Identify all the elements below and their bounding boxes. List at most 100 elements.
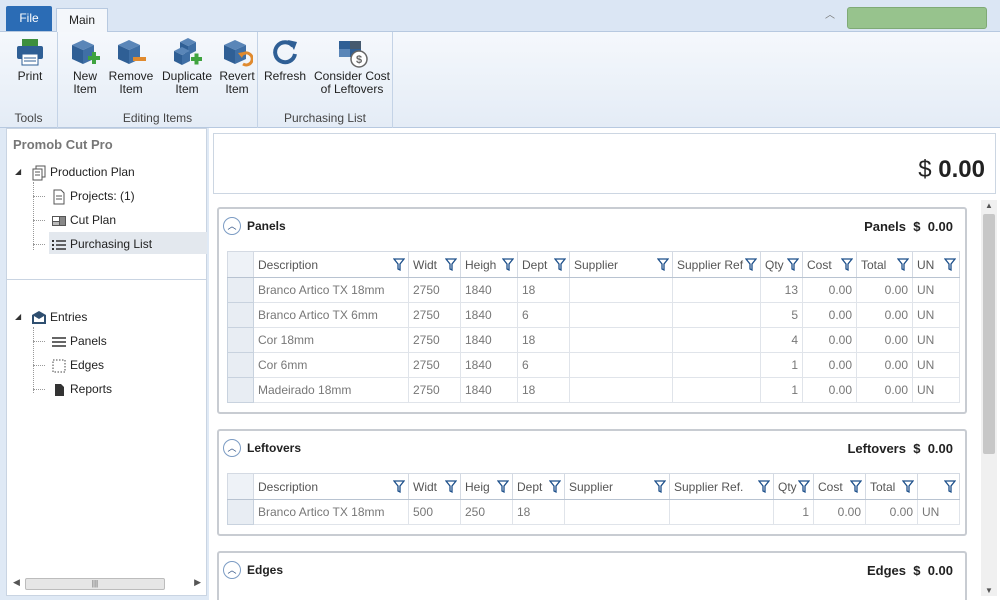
table-cell[interactable] — [569, 352, 673, 378]
column-header[interactable]: Widt — [408, 473, 461, 500]
column-header[interactable] — [917, 473, 960, 500]
column-header[interactable]: Dept — [512, 473, 565, 500]
filter-icon[interactable] — [841, 258, 853, 272]
column-header[interactable]: Total — [865, 473, 918, 500]
table-cell[interactable]: 4 — [760, 327, 803, 353]
filter-icon[interactable] — [787, 258, 799, 272]
column-header[interactable]: UN — [912, 251, 960, 278]
table-row[interactable]: Cor 6mm 2750 1840 6 1 0.00 0.00 UN — [227, 352, 960, 378]
table-cell[interactable]: Branco Artico TX 18mm — [253, 499, 409, 525]
filter-icon[interactable] — [393, 480, 405, 494]
horizontal-scrollbar[interactable]: ◀ ||| ▶ — [11, 577, 203, 591]
table-cell[interactable]: 2750 — [408, 277, 461, 303]
filter-icon[interactable] — [654, 480, 666, 494]
table-cell[interactable]: 0.00 — [856, 327, 913, 353]
table-cell[interactable]: 0.00 — [802, 327, 857, 353]
table-cell[interactable]: 0.00 — [813, 499, 866, 525]
row-selector[interactable] — [227, 277, 254, 303]
tree-item-projects[interactable]: Projects: (1) — [51, 186, 135, 206]
table-cell[interactable] — [569, 302, 673, 328]
scroll-right-icon[interactable]: ▶ — [194, 577, 201, 588]
table-cell[interactable]: 1840 — [460, 352, 518, 378]
table-cell[interactable]: 500 — [408, 499, 461, 525]
filter-icon[interactable] — [850, 480, 862, 494]
tree-item-panels[interactable]: Panels — [51, 331, 107, 351]
table-cell[interactable]: 2750 — [408, 327, 461, 353]
table-cell[interactable]: UN — [912, 352, 960, 378]
filter-icon[interactable] — [758, 480, 770, 494]
table-cell[interactable]: 18 — [517, 277, 570, 303]
filter-icon[interactable] — [497, 480, 509, 494]
table-cell[interactable]: 18 — [512, 499, 565, 525]
table-cell[interactable]: 2750 — [408, 352, 461, 378]
table-cell[interactable]: 1 — [760, 352, 803, 378]
table-cell[interactable]: Cor 6mm — [253, 352, 409, 378]
table-cell[interactable]: 0.00 — [856, 377, 913, 403]
column-header[interactable]: Description — [253, 473, 409, 500]
collapse-chevron-icon[interactable]: ︿ — [223, 439, 241, 457]
tree-item-edges[interactable]: Edges — [51, 355, 104, 375]
filter-icon[interactable] — [445, 258, 457, 272]
table-cell[interactable]: 6 — [517, 302, 570, 328]
expand-arrow-icon[interactable]: ◢ — [15, 307, 21, 327]
filter-icon[interactable] — [745, 258, 757, 272]
table-row[interactable]: Madeirado 18mm 2750 1840 18 1 0.00 0.00 UN — [227, 377, 960, 403]
table-cell[interactable]: 18 — [517, 327, 570, 353]
print-button[interactable]: Print — [10, 36, 50, 83]
consider-cost-of-leftovers-button[interactable]: $ Consider Cost of Leftovers — [312, 36, 392, 96]
row-selector-header[interactable] — [227, 473, 254, 500]
filter-icon[interactable] — [657, 258, 669, 272]
remove-item-button[interactable]: Remove Item — [108, 36, 154, 96]
table-cell[interactable] — [672, 277, 761, 303]
filter-icon[interactable] — [549, 480, 561, 494]
filter-icon[interactable] — [798, 480, 810, 494]
table-cell[interactable] — [672, 377, 761, 403]
tab-main[interactable]: Main — [56, 8, 108, 32]
tree-item-purchasing-list[interactable]: Purchasing List — [51, 234, 152, 254]
collapse-chevron-icon[interactable]: ︿ — [223, 561, 241, 579]
filter-icon[interactable] — [902, 480, 914, 494]
scrollbar-thumb[interactable] — [983, 214, 995, 454]
row-selector[interactable] — [227, 302, 254, 328]
table-cell[interactable]: UN — [912, 277, 960, 303]
row-selector-header[interactable] — [227, 251, 254, 278]
collapse-chevron-icon[interactable]: ︿ — [223, 217, 241, 235]
tree-item-cut-plan[interactable]: Cut Plan — [51, 210, 116, 230]
table-cell[interactable]: 0.00 — [856, 277, 913, 303]
duplicate-item-button[interactable]: Duplicate Item — [159, 36, 215, 96]
table-cell[interactable]: 1840 — [460, 327, 518, 353]
table-cell[interactable]: Madeirado 18mm — [253, 377, 409, 403]
table-cell[interactable]: 0.00 — [802, 302, 857, 328]
table-cell[interactable]: UN — [912, 327, 960, 353]
table-cell[interactable]: 0.00 — [802, 277, 857, 303]
table-cell[interactable]: 6 — [517, 352, 570, 378]
filter-icon[interactable] — [554, 258, 566, 272]
table-cell[interactable]: 0.00 — [865, 499, 918, 525]
table-cell[interactable]: 2750 — [408, 377, 461, 403]
filter-icon[interactable] — [393, 258, 405, 272]
table-cell[interactable] — [672, 327, 761, 353]
table-row[interactable]: Branco Artico TX 18mm 500 250 18 1 0.00 0.00 UN — [227, 499, 960, 525]
table-cell[interactable]: UN — [912, 377, 960, 403]
vertical-scrollbar[interactable]: ▲ ▼ — [981, 200, 997, 596]
table-cell[interactable]: 0.00 — [802, 377, 857, 403]
table-row[interactable]: Branco Artico TX 6mm 2750 1840 6 5 0.00 0.00 UN — [227, 302, 960, 328]
column-header[interactable]: Supplier Ref — [672, 251, 761, 278]
column-header[interactable]: Description — [253, 251, 409, 278]
row-selector[interactable] — [227, 327, 254, 353]
filter-icon[interactable] — [897, 258, 909, 272]
table-cell[interactable] — [569, 327, 673, 353]
filter-icon[interactable] — [944, 480, 956, 494]
refresh-button[interactable]: Refresh — [264, 36, 306, 83]
column-header[interactable]: Cost — [813, 473, 866, 500]
table-cell[interactable]: 1 — [760, 377, 803, 403]
scroll-left-icon[interactable]: ◀ — [13, 577, 20, 588]
column-header[interactable]: Supplier — [569, 251, 673, 278]
table-cell[interactable]: 0.00 — [856, 302, 913, 328]
table-cell[interactable]: 1 — [773, 499, 814, 525]
table-cell[interactable] — [564, 499, 670, 525]
scrollbar-thumb[interactable]: ||| — [25, 578, 165, 590]
column-header[interactable]: Widt — [408, 251, 461, 278]
tab-file[interactable]: File — [6, 6, 52, 31]
table-cell[interactable]: 18 — [517, 377, 570, 403]
